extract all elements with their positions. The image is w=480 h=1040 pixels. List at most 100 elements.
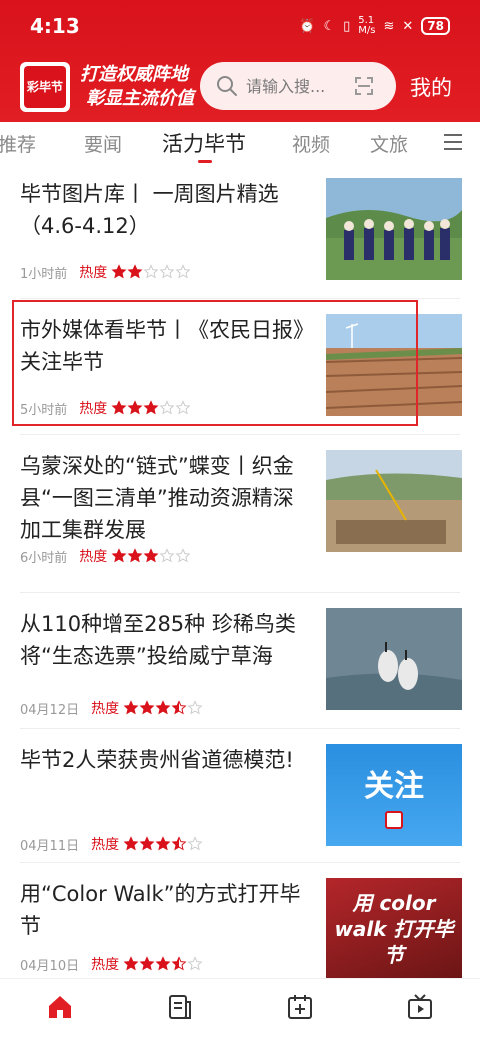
tab-culture-tourism[interactable]: 文旅 [370,130,408,157]
thumbnail-caption: 用 color walk 打开毕节 [334,891,454,967]
calendar-add-icon[interactable] [286,993,314,1021]
logo-text: 彩毕节 [24,66,66,108]
tv-icon[interactable] [406,993,434,1021]
slogan-line-2: 彰显主流价值 [86,88,194,109]
home-icon[interactable] [46,993,74,1021]
menu-icon[interactable] [444,134,462,150]
article-thumbnail [326,450,462,552]
article-thumbnail [326,178,462,280]
article-thumbnail [326,608,462,710]
app-logo[interactable]: 彩毕节 [20,62,70,112]
star-icon [175,548,191,563]
star-icon [139,700,155,715]
article-time: 04月10日 [20,958,80,974]
star-icon [123,700,139,715]
wifi-icon: ≋ [383,18,395,34]
star-icon [155,700,171,715]
star-icon [111,548,127,563]
star-icon [187,956,203,971]
article-meta: 6小时前 热度 [20,546,191,566]
tab-active-indicator [198,160,212,163]
star-icon [155,836,171,851]
thumbnail-caption: 关注 [364,769,424,804]
alarm-icon: ⏰ [299,18,316,34]
star-icon [123,836,139,851]
article-title: 乌蒙深处的“链式”蝶变丨织金县“一图三清单”推动资源精深加工集群发展 [20,454,294,542]
selection-highlight [12,300,418,426]
star-icon [111,264,127,279]
article-meta: 04月11日 热度 [20,834,203,854]
article-item[interactable]: 用“Color Walk”的方式打开毕节 04月10日 热度 用 color w… [0,864,480,980]
list-divider [20,434,460,435]
heat-stars [123,956,203,972]
heat-stars [111,548,191,564]
list-divider [20,862,460,863]
star-icon [139,956,155,971]
star-icon [175,264,191,279]
star-icon [143,548,159,563]
article-title: 从110种增至285种 珍稀鸟类将“生态选票”投给威宁草海 [20,612,296,668]
heat-label: 热度 [91,957,120,973]
heat-stars [111,264,191,280]
article-meta: 04月12日 热度 [20,698,203,718]
status-icons: ⏰ ☾ ▯ 5.1 M/s ≋ ✕ 78 [299,16,450,36]
vibrate-icon: ▯ [343,18,351,34]
app-header: 4:13 ⏰ ☾ ▯ 5.1 M/s ≋ ✕ 78 彩毕节 打造权威阵地 彰显主… [0,0,480,122]
star-icon [187,700,203,715]
article-title: 毕节图片库丨 一周图片精选（4.6-4.12） [20,182,279,238]
news-icon[interactable] [166,993,194,1021]
star-icon [159,264,175,279]
heat-label: 热度 [79,265,108,281]
star-icon [127,264,143,279]
star-icon [143,264,159,279]
article-item[interactable]: 毕节2人荣获贵州省道德模范! 04月11日 热度 关注 [0,730,480,864]
star-icon [171,956,187,971]
moon-icon: ☾ [323,18,336,34]
star-icon [123,956,139,971]
star-icon [159,548,175,563]
status-bar: 4:13 ⏰ ☾ ▯ 5.1 M/s ≋ ✕ 78 [0,0,480,52]
bottom-navigation [0,978,480,1040]
article-item[interactable]: 从110种增至285种 珍稀鸟类将“生态选票”投给威宁草海 04月12日 热度 [0,594,480,728]
tab-news[interactable]: 要闻 [84,130,122,157]
search-icon [217,76,237,96]
star-icon [127,548,143,563]
list-divider [20,592,460,593]
article-item[interactable]: 乌蒙深处的“链式”蝶变丨织金县“一图三清单”推动资源精深加工集群发展 6小时前 … [0,436,480,576]
star-icon [155,956,171,971]
article-thumbnail: 用 color walk 打开毕节 [326,878,462,980]
signal-icon: ✕ [402,18,414,34]
article-time: 6小时前 [20,550,68,566]
search-input[interactable] [246,76,356,96]
article-time: 04月12日 [20,702,80,718]
article-meta: 1小时前 热度 [20,262,191,282]
star-icon [139,836,155,851]
star-icon [187,836,203,851]
tab-vitality-bijie[interactable]: 活力毕节 [162,128,246,158]
article-thumbnail: 关注 [326,744,462,846]
article-meta: 04月10日 热度 [20,954,203,974]
article-item[interactable]: 毕节图片库丨 一周图片精选（4.6-4.12） 1小时前 热度 [0,164,480,292]
app-badge-icon [385,811,403,829]
scan-icon[interactable] [354,76,374,96]
search-bar[interactable] [200,62,396,110]
heat-label: 热度 [79,549,108,565]
list-divider [20,298,460,299]
article-time: 04月11日 [20,838,80,854]
status-time: 4:13 [30,14,80,38]
list-divider [20,728,460,729]
tab-recommend[interactable]: 推荐 [0,130,36,157]
heat-label: 热度 [91,701,120,717]
star-icon [171,836,187,851]
heat-label: 热度 [91,837,120,853]
slogan: 打造权威阵地 彰显主流价值 [80,63,194,111]
network-speed: 5.1 M/s [358,15,376,36]
heat-stars [123,700,203,716]
tab-video[interactable]: 视频 [292,130,330,157]
category-tabs: 推荐 要闻 活力毕节 视频 文旅 [0,122,480,164]
battery-icon: 78 [421,17,450,35]
article-title: 用“Color Walk”的方式打开毕节 [20,882,301,938]
mine-button[interactable]: 我的 [410,72,452,102]
star-icon [171,700,187,715]
article-title: 毕节2人荣获贵州省道德模范! [20,748,294,772]
